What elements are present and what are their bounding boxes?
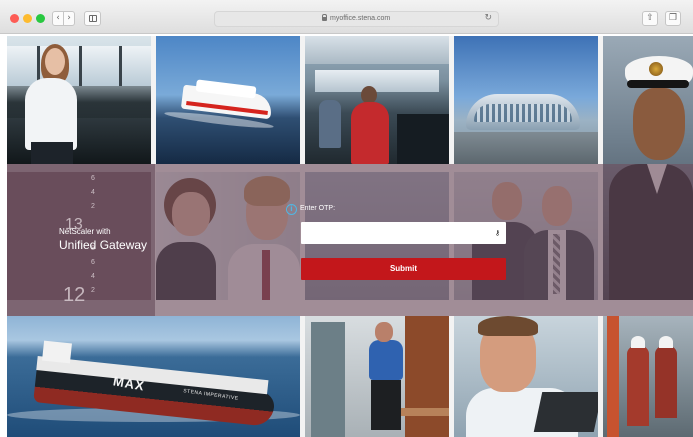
sidebar-icon (89, 15, 97, 22)
chevron-right-icon: › (67, 13, 71, 23)
scale-digit (83, 214, 103, 228)
scale-digit: 2 (91, 203, 95, 210)
zoom-window-button[interactable] (36, 14, 45, 23)
tabs-icon: ❐ (668, 13, 678, 23)
cruise-terminal-photo (454, 36, 598, 164)
sidebar-toggle-button[interactable] (84, 11, 101, 26)
address-bar[interactable]: myoffice.stena.com ↻ (214, 11, 499, 27)
share-button[interactable]: ⇧ (642, 11, 658, 26)
show-tabs-button[interactable]: ❐ (665, 11, 681, 26)
scale-digit: 6 (91, 175, 95, 182)
port-workers-photo (603, 316, 693, 437)
scale-digit: 4 (91, 273, 95, 280)
lock-icon (322, 14, 327, 21)
scale-digit: 4 (91, 189, 95, 196)
stena-line-ferry-photo (156, 36, 300, 164)
scale-digit: 2 (91, 287, 95, 294)
bridge-officer-photo (7, 36, 151, 164)
forward-button[interactable]: › (63, 11, 75, 26)
share-icon: ⇧ (646, 13, 654, 23)
otp-label: Enter OTP: (300, 205, 336, 212)
ship-bridge-crew-photo (305, 36, 449, 164)
brand-title: Unified Gateway (59, 238, 148, 252)
close-window-button[interactable] (10, 14, 19, 23)
reload-icon[interactable]: ↻ (484, 13, 492, 23)
key-icon: ⚷ (495, 229, 501, 237)
decorative-large-digit: 12 (63, 284, 86, 306)
otp-input[interactable] (301, 222, 506, 244)
info-icon: i (286, 204, 297, 215)
login-page: MAX STENA IMPERATIVE 6 4 2 8 6 4 2 13 12… (7, 36, 693, 437)
deck-worker-photo (305, 316, 449, 437)
submit-button[interactable]: Submit (301, 258, 506, 280)
minimize-window-button[interactable] (23, 14, 32, 23)
engineer-laptop-photo (454, 316, 598, 437)
scale-digit: 6 (91, 259, 95, 266)
brand-subtitle: NetScaler with (59, 227, 111, 236)
chevron-left-icon: ‹ (56, 13, 60, 23)
stena-tanker-photo: MAX STENA IMPERATIVE (7, 316, 300, 437)
url-text: myoffice.stena.com (330, 15, 391, 22)
browser-toolbar: ‹ › myoffice.stena.com ↻ ⇧ ❐ (0, 0, 693, 34)
